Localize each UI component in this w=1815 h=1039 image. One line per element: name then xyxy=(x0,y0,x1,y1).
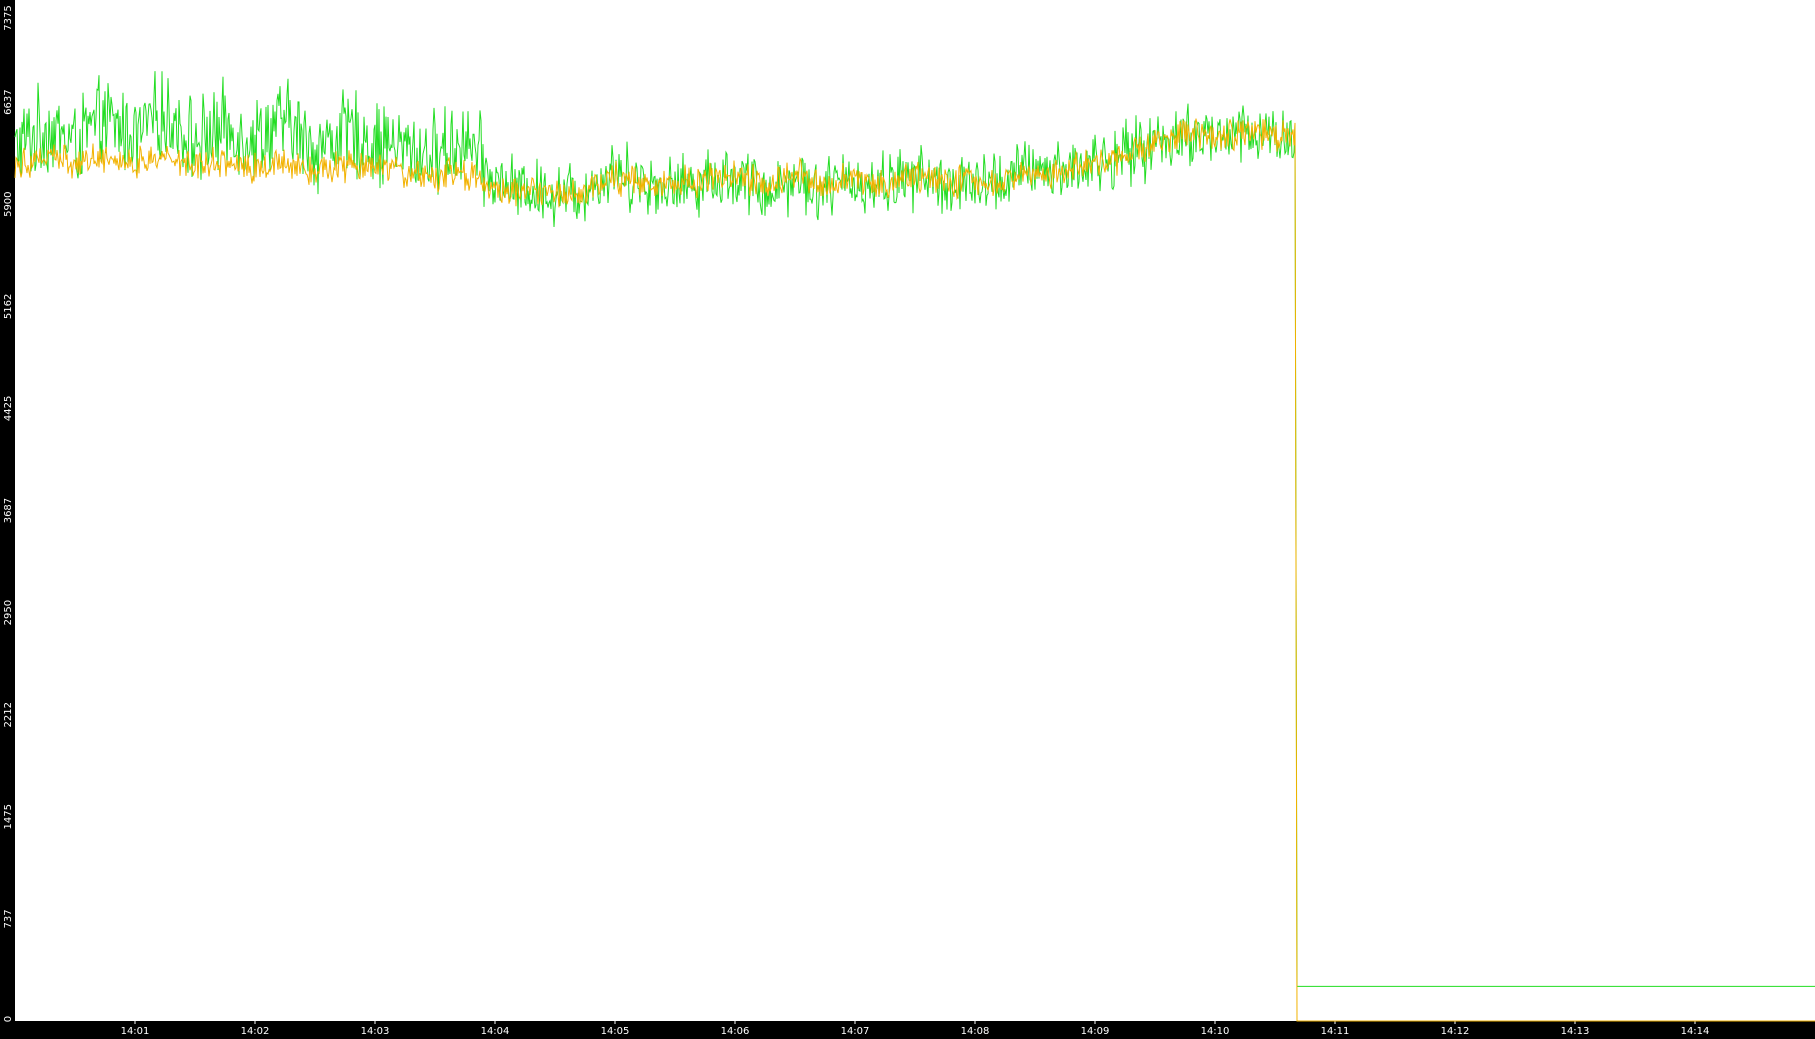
x-tick-label: 14:12 xyxy=(1441,1026,1470,1037)
x-tick-label: 14:08 xyxy=(961,1026,990,1037)
x-tick-label: 14:03 xyxy=(361,1026,390,1037)
x-tick-label: 14:01 xyxy=(121,1026,150,1037)
y-tick-label: 6637 xyxy=(3,89,14,114)
y-tick-label: 5162 xyxy=(3,294,14,319)
x-tick-label: 14:09 xyxy=(1081,1026,1110,1037)
y-tick-label: 0 xyxy=(3,1016,14,1022)
y-tick-label: 3687 xyxy=(3,498,14,523)
x-tick-label: 14:02 xyxy=(241,1026,270,1037)
y-tick-label: 737 xyxy=(3,909,14,928)
x-tick-label: 14:06 xyxy=(721,1026,750,1037)
y-tick-label: 5900 xyxy=(3,191,14,216)
y-tick-label: 4425 xyxy=(3,396,14,421)
line-chart: 0 737 1475 2212 2950 3687 4425 5162 5900 6637 7375… xyxy=(3,0,1815,1037)
y-tick-label: 1475 xyxy=(3,804,14,829)
x-axis: 14:01 14:02 14:03 14:04 14:05 14:06 14:07 14:08… xyxy=(121,1021,1710,1037)
y-axis: 0 737 1475 2212 2950 3687 4425 5162 5900 6637 7375 xyxy=(3,5,14,1022)
x-tick-label: 14:10 xyxy=(1201,1026,1230,1037)
plot-background xyxy=(15,0,1815,1021)
y-tick-label: 7375 xyxy=(3,5,14,30)
x-tick-label: 14:04 xyxy=(481,1026,510,1037)
chart-container: 0 737 1475 2212 2950 3687 4425 5162 5900 6637 7375… xyxy=(0,0,1815,1039)
x-tick-label: 14:13 xyxy=(1561,1026,1590,1037)
y-tick-label: 2212 xyxy=(3,702,14,727)
x-tick-label: 14:05 xyxy=(601,1026,630,1037)
y-tick-label: 2950 xyxy=(3,600,14,625)
x-tick-label: 14:07 xyxy=(841,1026,870,1037)
x-tick-label: 14:14 xyxy=(1681,1026,1710,1037)
x-tick-label: 14:11 xyxy=(1321,1026,1350,1037)
